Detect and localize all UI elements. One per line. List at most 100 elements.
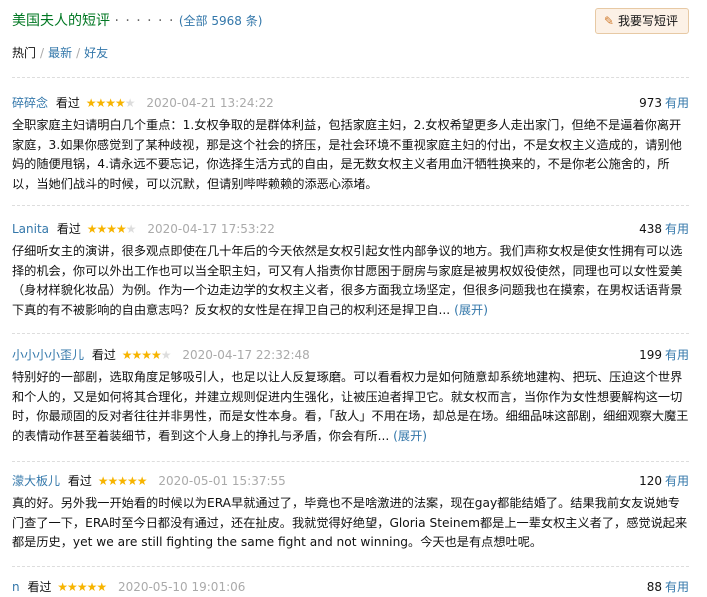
vote-count: 199 有用 xyxy=(639,345,689,365)
vote-number: 88 xyxy=(646,580,662,594)
write-review-label: 我要写短评 xyxy=(617,14,678,28)
review-item: 濛大板儿 看过 ★★★★★ 2020-05-01 15:37:55 120 有用 … xyxy=(12,471,689,553)
watch-status: 看过 xyxy=(56,222,81,236)
tab-hot[interactable]: 热门 xyxy=(12,46,36,60)
review-time: 2020-05-01 15:37:55 xyxy=(158,474,286,488)
star-filled-icon: ★ xyxy=(67,580,78,594)
star-filled-icon: ★ xyxy=(150,348,162,362)
star-filled-icon: ★ xyxy=(136,474,148,488)
vote-count: 88 有用 xyxy=(647,577,689,597)
vote-number: 438 xyxy=(639,222,662,236)
star-empty-icon: ★ xyxy=(124,96,136,110)
star-filled-icon: ★ xyxy=(97,474,109,488)
review-time: 2020-04-17 17:53:22 xyxy=(147,222,275,236)
star-filled-icon: ★ xyxy=(114,96,126,110)
review-meta: 小小小小歪儿 看过 ★★★★★ 2020-04-17 22:32:48 199 有… xyxy=(12,345,689,365)
title-text: 美国夫人的短评 xyxy=(12,13,110,29)
reviews-header: 美国夫人的短评 · · · · · · (全部 5968 条) ✎ 我要写短评 xyxy=(12,8,689,34)
star-filled-icon: ★ xyxy=(121,348,133,362)
review-content: 真的好。另外我一开始看的时候以为ERA早就通过了，毕竟也不是啥激进的法案，现在g… xyxy=(12,494,689,553)
all-reviews-link[interactable]: 全部 5968 条 xyxy=(184,14,258,28)
review-content: 特别好的一部剧，选取角度足够吸引人，也足以让人反复琢磨。可以看看权力是如何随意却… xyxy=(12,368,689,446)
rating-stars: ★★★★★ xyxy=(57,580,107,594)
star-filled-icon: ★ xyxy=(76,580,88,594)
useful-button[interactable]: 有用 xyxy=(665,474,689,488)
review-item: Lanita 看过 ★★★★★ 2020-04-17 17:53:22 438 有… xyxy=(12,219,689,320)
divider xyxy=(12,461,689,462)
watch-status: 看过 xyxy=(91,348,116,362)
divider xyxy=(12,566,689,567)
review-tabs: 热门 / 最新 / 好友 xyxy=(12,44,108,61)
expand-link[interactable]: (展开) xyxy=(393,429,427,443)
vote-number: 199 xyxy=(639,348,662,362)
review-content: 全职家庭主妇请明白几个重点：1.女权争取的是群体利益，包括家庭主妇，2.女权希望… xyxy=(12,116,689,194)
star-filled-icon: ★ xyxy=(107,474,118,488)
star-filled-icon: ★ xyxy=(96,580,107,594)
star-filled-icon: ★ xyxy=(57,580,68,594)
reviewer-name[interactable]: n xyxy=(12,580,20,594)
divider xyxy=(12,333,689,334)
vote-count: 438 有用 xyxy=(639,219,689,239)
star-filled-icon: ★ xyxy=(131,348,142,362)
review-meta: Lanita 看过 ★★★★★ 2020-04-17 17:53:22 438 有… xyxy=(12,219,689,239)
vote-count: 973 有用 xyxy=(639,93,689,113)
useful-button[interactable]: 有用 xyxy=(665,96,689,110)
star-filled-icon: ★ xyxy=(106,222,117,236)
reviewer-name[interactable]: 小小小小歪儿 xyxy=(12,348,84,362)
review-time: 2020-05-10 19:01:06 xyxy=(117,580,246,594)
vote-number: 973 xyxy=(639,96,662,110)
star-filled-icon: ★ xyxy=(117,474,128,488)
review-item: 小小小小歪儿 看过 ★★★★★ 2020-04-17 22:32:48 199 有… xyxy=(12,345,689,446)
star-filled-icon: ★ xyxy=(85,96,97,110)
vote-count: 120 有用 xyxy=(639,471,689,491)
rating-stars: ★★★★★ xyxy=(85,96,136,110)
tab-latest[interactable]: 最新 xyxy=(48,46,72,60)
pencil-icon: ✎ xyxy=(603,14,614,28)
review-item: n 看过 ★★★★★ 2020-05-10 19:01:06 88 有用 xyxy=(12,577,689,597)
watch-status: 看过 xyxy=(27,580,52,594)
star-empty-icon: ★ xyxy=(160,348,172,362)
paren-close: ) xyxy=(257,14,263,28)
review-text: 仔细听女主的演讲，很多观点即使在几十年后的今天依然是女权引起女性内部争议的地方。… xyxy=(12,244,683,317)
review-meta: 濛大板儿 看过 ★★★★★ 2020-05-01 15:37:55 120 有用 xyxy=(12,471,689,491)
review-text: 特别好的一部剧，选取角度足够吸引人，也足以让人反复琢磨。可以看看权力是如何随意却… xyxy=(12,370,689,443)
tab-separator: / xyxy=(40,46,45,60)
title-dots: · · · · · · xyxy=(114,13,175,29)
review-meta: 碎碎念 看过 ★★★★★ 2020-04-21 13:24:22 973 有用 xyxy=(12,93,689,113)
divider xyxy=(12,205,689,206)
vote-number: 120 xyxy=(639,474,662,488)
rating-stars: ★★★★★ xyxy=(97,474,148,488)
star-filled-icon: ★ xyxy=(116,222,127,236)
review-time: 2020-04-17 22:32:48 xyxy=(182,348,310,362)
review-time: 2020-04-21 13:24:22 xyxy=(146,96,274,110)
review-text: 真的好。另外我一开始看的时候以为ERA早就通过了，毕竟也不是啥激进的法案，现在g… xyxy=(12,496,688,549)
useful-button[interactable]: 有用 xyxy=(665,222,689,236)
star-filled-icon: ★ xyxy=(141,348,152,362)
star-filled-icon: ★ xyxy=(105,96,116,110)
rating-stars: ★★★★★ xyxy=(121,348,172,362)
star-empty-icon: ★ xyxy=(125,222,137,236)
star-filled-icon: ★ xyxy=(126,474,138,488)
watch-status: 看过 xyxy=(55,96,80,110)
star-filled-icon: ★ xyxy=(95,96,106,110)
section-title: 美国夫人的短评 · · · · · · (全部 5968 条) xyxy=(12,10,262,30)
review-item: 碎碎念 看过 ★★★★★ 2020-04-21 13:24:22 973 有用 全… xyxy=(12,93,689,194)
star-filled-icon: ★ xyxy=(96,222,107,236)
reviewer-name[interactable]: Lanita xyxy=(12,222,49,236)
expand-link[interactable]: (展开) xyxy=(454,303,488,317)
tab-separator: / xyxy=(76,46,81,60)
useful-button[interactable]: 有用 xyxy=(665,348,689,362)
reviewer-name[interactable]: 碎碎念 xyxy=(12,96,48,110)
review-meta: n 看过 ★★★★★ 2020-05-10 19:01:06 88 有用 xyxy=(12,577,689,597)
reviewer-name[interactable]: 濛大板儿 xyxy=(12,474,60,488)
short-reviews-page: 美国夫人的短评 · · · · · · (全部 5968 条) ✎ 我要写短评 热… xyxy=(0,0,707,595)
useful-button[interactable]: 有用 xyxy=(665,580,689,594)
tab-friends[interactable]: 好友 xyxy=(84,46,108,60)
rating-stars: ★★★★★ xyxy=(87,222,137,236)
star-filled-icon: ★ xyxy=(86,580,98,594)
review-text: 全职家庭主妇请明白几个重点：1.女权争取的是群体利益，包括家庭主妇，2.女权希望… xyxy=(12,118,682,191)
review-content: 仔细听女主的演讲，很多观点即使在几十年后的今天依然是女权引起女性内部争议的地方。… xyxy=(12,242,689,320)
divider xyxy=(12,77,689,78)
write-review-button[interactable]: ✎ 我要写短评 xyxy=(594,8,689,34)
watch-status: 看过 xyxy=(67,474,92,488)
